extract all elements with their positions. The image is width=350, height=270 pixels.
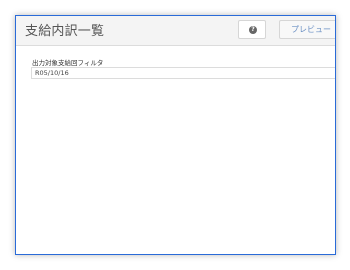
question-icon: ?	[249, 26, 257, 34]
dialog-window: 支給内訳一覧 ? プレビュー 出力対象支給回フィルタ R05/10/16	[15, 15, 336, 255]
help-button[interactable]: ?	[238, 20, 266, 39]
filter-label: 出力対象支給回フィルタ	[32, 59, 104, 67]
preview-button[interactable]: プレビュー	[279, 20, 335, 39]
payment-filter-input[interactable]: R05/10/16	[31, 67, 335, 79]
page-title: 支給内訳一覧	[25, 24, 105, 39]
dialog-header: 支給内訳一覧 ? プレビュー	[16, 16, 335, 46]
page: 支給内訳一覧 ? プレビュー 出力対象支給回フィルタ R05/10/16	[0, 0, 350, 270]
